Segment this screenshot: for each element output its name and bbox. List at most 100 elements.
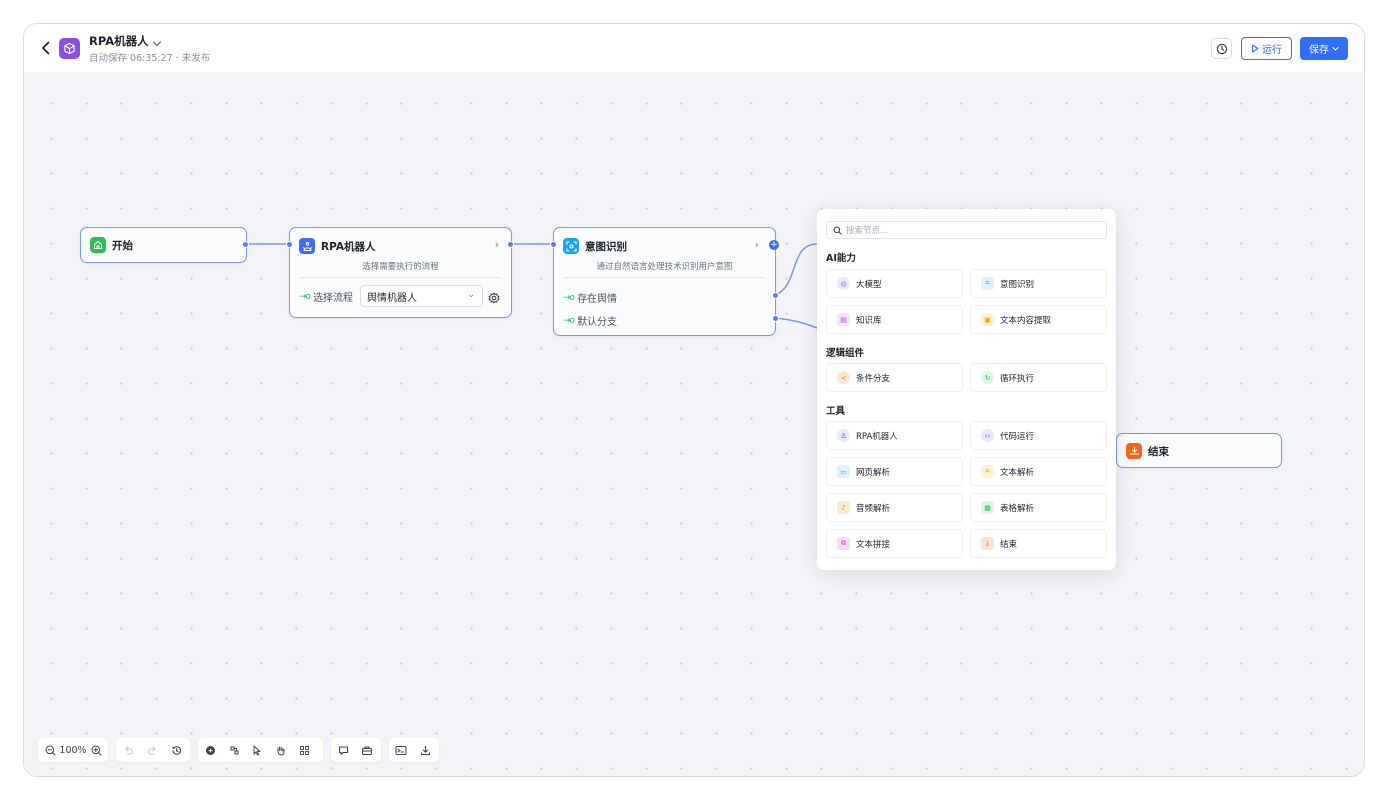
export-button[interactable] [413, 738, 437, 762]
picker-item-extract[interactable]: ▣ 文本内容提取 [970, 305, 1107, 334]
text-extract-icon: ▣ [981, 313, 994, 326]
chevron-down-icon [1332, 46, 1339, 51]
node-link-icon [230, 746, 238, 754]
zoom-in-icon [91, 745, 101, 755]
picker-item-concat[interactable]: ⧉ 文本拼接 [826, 529, 963, 558]
picker-item-table[interactable]: ▦ 表格解析 [970, 493, 1107, 522]
app-title[interactable]: RPA机器人 [89, 33, 149, 49]
chevron-right-icon[interactable]: › [755, 238, 759, 251]
intent-scan-icon [563, 238, 579, 254]
comment-button[interactable] [331, 738, 355, 762]
item-label: 循环执行 [1000, 373, 1035, 384]
start-node[interactable]: 开始 [80, 227, 249, 263]
item-label: 结束 [1000, 539, 1018, 550]
branch-2-handle[interactable] [772, 315, 779, 322]
node-search-input[interactable]: 搜索节点... [826, 221, 1107, 239]
rpa-field-label: 选择流程 [313, 293, 354, 304]
canvas-tools [198, 738, 323, 762]
branch-arrow-icon: →o [563, 292, 575, 303]
layout-button[interactable] [292, 738, 316, 762]
picker-item-textparse[interactable]: ⌗ 文本解析 [970, 457, 1107, 486]
item-label: 代码运行 [1000, 431, 1035, 442]
settings-gear-icon[interactable] [488, 289, 500, 308]
robot-icon: ♙ [837, 429, 850, 442]
chevron-right-icon[interactable]: › [495, 238, 499, 251]
history-button[interactable] [1211, 38, 1232, 59]
end-node[interactable]: 结束 [1116, 433, 1282, 468]
add-note-button[interactable] [222, 738, 246, 762]
redo-button[interactable] [140, 738, 164, 762]
hand-mode-button[interactable] [268, 738, 292, 762]
run-button[interactable]: 运行 [1241, 37, 1292, 60]
toolbox-icon [362, 746, 372, 755]
add-node-button[interactable] [198, 738, 222, 762]
pointer-mode-button[interactable] [246, 738, 268, 762]
history-icon [171, 745, 181, 755]
download-icon [420, 745, 430, 755]
save-label: 保存 [1309, 45, 1329, 56]
picker-item-knowledge[interactable]: ▤ 知识库 [826, 305, 963, 334]
text-parse-icon: ⌗ [981, 465, 994, 478]
rpa-field-row: →o 选择流程 [299, 289, 354, 305]
code-icon: ‹› [981, 429, 994, 442]
terminal-icon [395, 745, 407, 755]
autosave-status: 自动保存 06:35:27 · 未发布 [89, 53, 211, 64]
zoom-level[interactable]: 100% [59, 738, 87, 762]
browser-icon: ▭ [837, 465, 850, 478]
add-node-plus-icon[interactable]: + [769, 240, 779, 250]
end-node-title: 结束 [1148, 446, 1169, 458]
top-header: RPA机器人 自动保存 06:35:27 · 未发布 运行 保存 [24, 24, 1364, 72]
picker-item-intent[interactable]: ⌗ 意图识别 [970, 269, 1107, 298]
start-output-handle[interactable] [242, 241, 249, 248]
hand-icon [277, 746, 284, 756]
console-button[interactable] [389, 738, 413, 762]
comment-icon [338, 746, 348, 755]
workflow-canvas[interactable]: 开始 RPA机器人 › 选择需要执行的流程 →o 选择流程 舆情机器人 ⌄ 意图… [24, 72, 1364, 776]
branch-1-handle[interactable] [772, 292, 779, 299]
picker-item-rpa[interactable]: ♙ RPA机器人 [826, 421, 963, 450]
item-label: 意图识别 [1000, 279, 1035, 290]
item-label: 大模型 [856, 279, 882, 290]
branch-label-2: 默认分支 [577, 317, 618, 328]
history-controls [116, 738, 190, 762]
picker-item-loop[interactable]: ↻ 循环执行 [970, 363, 1107, 392]
picker-item-condition[interactable]: ⋖ 条件分支 [826, 363, 963, 392]
toolbox-button[interactable] [355, 738, 379, 762]
llm-icon: ◎ [837, 277, 850, 290]
intent-node-description: 通过自然语言处理技术识别用户意图 [596, 262, 733, 272]
history-button[interactable] [164, 738, 188, 762]
picker-item-end[interactable]: ⤓ 结束 [970, 529, 1107, 558]
branch-icon: ⋖ [837, 371, 850, 384]
edge-branch2 [774, 317, 818, 329]
zoom-controls: 100% [38, 738, 108, 762]
picker-item-web[interactable]: ▭ 网页解析 [826, 457, 963, 486]
grid-layout-icon [299, 745, 309, 755]
zoom-in-button[interactable] [87, 738, 105, 762]
zoom-out-button[interactable] [41, 738, 59, 762]
intent-node[interactable]: 意图识别 › + 通过自然语言处理技术识别用户意图 →o 存在舆情 →o 默认分… [550, 227, 779, 336]
branch-arrow-icon: →o [299, 291, 311, 302]
item-label: 文本拼接 [856, 539, 891, 550]
item-label: 文本解析 [1000, 467, 1035, 478]
undo-icon [125, 746, 133, 754]
item-label: RPA机器人 [856, 431, 898, 442]
rpa-node[interactable]: RPA机器人 › 选择需要执行的流程 →o 选择流程 舆情机器人 ⌄ [286, 227, 514, 318]
picker-item-code[interactable]: ‹› 代码运行 [970, 421, 1107, 450]
flow-select-value: 舆情机器人 [367, 292, 417, 304]
intent-input-handle[interactable] [550, 241, 557, 248]
group-label-logic: 逻辑组件 [826, 348, 865, 359]
run-label: 运行 [1262, 45, 1282, 56]
group-label-tools: 工具 [826, 406, 846, 417]
rpa-input-handle[interactable] [286, 241, 293, 248]
rpa-output-handle[interactable] [507, 241, 514, 248]
flow-select[interactable]: 舆情机器人 ⌄ [360, 285, 483, 307]
undo-button[interactable] [116, 738, 140, 762]
picker-item-llm[interactable]: ◎ 大模型 [826, 269, 963, 298]
back-button[interactable] [36, 38, 56, 58]
app-window: RPA机器人 自动保存 06:35:27 · 未发布 运行 保存 开始 RPA机… [23, 23, 1365, 777]
intent-node-title: 意图识别 [585, 241, 627, 253]
book-icon: ▤ [837, 313, 850, 326]
picker-item-audio[interactable]: ♪ 音频解析 [826, 493, 963, 522]
save-button[interactable]: 保存 [1300, 37, 1348, 60]
rpa-node-description: 选择需要执行的流程 [362, 262, 439, 272]
